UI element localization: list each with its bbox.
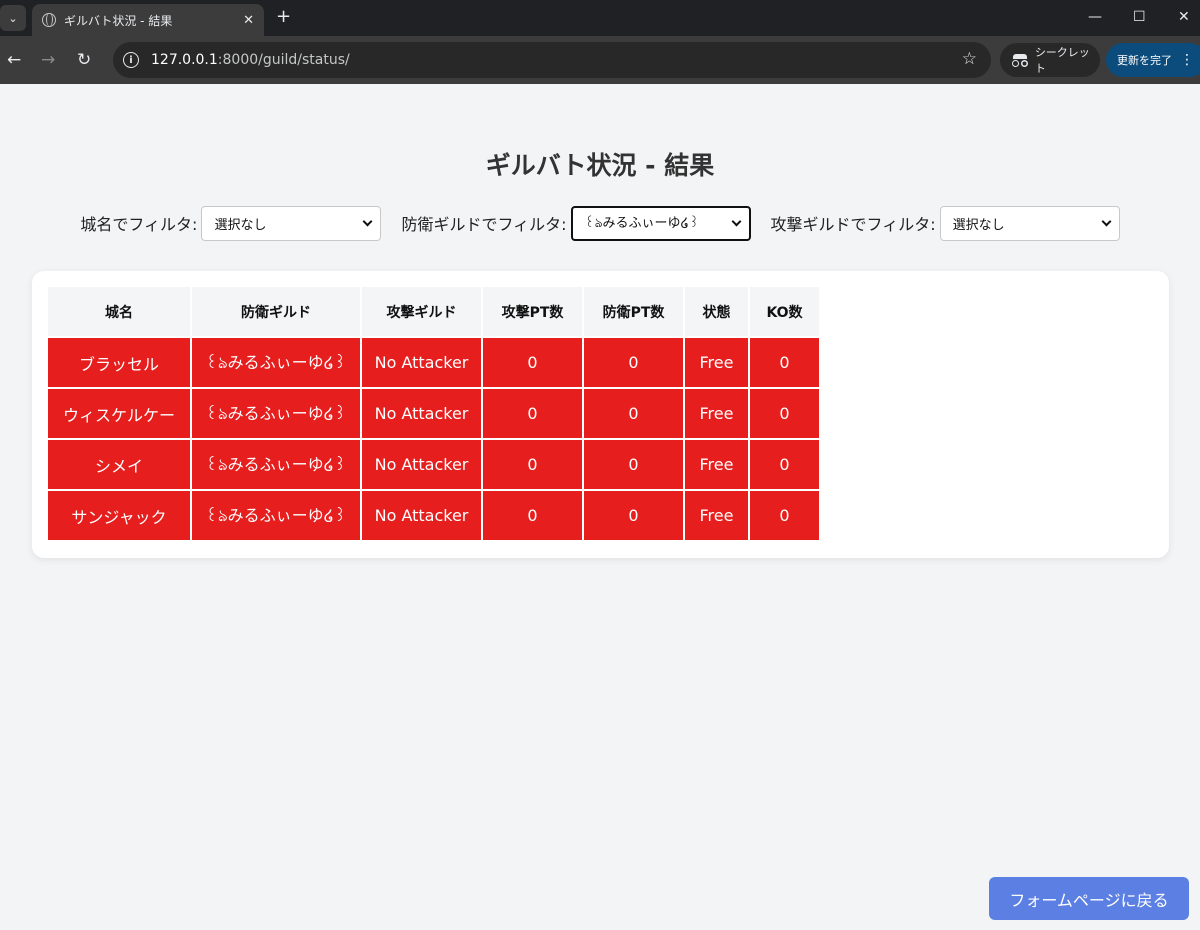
reload-icon[interactable]: ↻	[77, 50, 91, 70]
more-menu-icon[interactable]: ⋮	[1180, 52, 1194, 68]
cell-defense-guild: ꒰ঌみるふぃーゆ໒꒱	[192, 338, 360, 387]
defense-guild-filter-label: 防衛ギルドでフィルタ:	[401, 215, 567, 234]
column-header-defense-guild: 防衛ギルド	[192, 287, 360, 336]
column-header-ko: KO数	[750, 287, 819, 336]
attack-guild-filter-select[interactable]: 選択なし	[939, 205, 1120, 241]
back-to-form-button[interactable]: フォームページに戻る	[989, 877, 1189, 920]
address-bar[interactable]: i 127.0.0.1:8000/guild/status/ ☆	[113, 42, 991, 78]
cell-castle: シメイ	[48, 440, 190, 489]
table-row: サンジャック ꒰ঌみるふぃーゆ໒꒱ No Attacker 0 0 Free 0	[48, 491, 819, 540]
defense-guild-filter-select[interactable]: ꒰ঌみるふぃーゆ໒꒱	[570, 205, 751, 241]
table-row: ウィスケルケー ꒰ঌみるふぃーゆ໒꒱ No Attacker 0 0 Free …	[48, 389, 819, 438]
chevron-down-icon	[731, 216, 741, 226]
incognito-indicator[interactable]: シークレット	[1000, 43, 1100, 77]
table-row: ブラッセル ꒰ঌみるふぃーゆ໒꒱ No Attacker 0 0 Free 0	[48, 338, 819, 387]
chevron-down-icon	[1101, 216, 1112, 226]
close-icon[interactable]: ✕	[243, 13, 254, 28]
cell-defense-pt: 0	[584, 491, 683, 540]
castle-filter-value: 選択なし	[214, 217, 267, 233]
castle-filter-label: 城名でフィルタ:	[80, 215, 198, 234]
update-label: 更新を完了	[1117, 54, 1172, 67]
window-close-icon[interactable]: ✕	[1178, 8, 1190, 26]
table-row: シメイ ꒰ঌみるふぃーゆ໒꒱ No Attacker 0 0 Free 0	[48, 440, 819, 489]
maximize-icon[interactable]: ☐	[1133, 8, 1146, 26]
castle-filter: 城名でフィルタ: 選択なし	[80, 205, 382, 241]
cell-ko: 0	[750, 389, 819, 438]
results-card: 城名 防衛ギルド 攻撃ギルド 攻撃PT数 防衛PT数 状態 KO数 ブラッセル …	[32, 271, 1169, 558]
column-header-attack-guild: 攻撃ギルド	[362, 287, 481, 336]
incognito-icon	[1012, 54, 1028, 67]
cell-defense-pt: 0	[584, 338, 683, 387]
cell-ko: 0	[750, 440, 819, 489]
castle-filter-select[interactable]: 選択なし	[201, 205, 382, 241]
cell-defense-pt: 0	[584, 440, 683, 489]
attack-guild-filter: 攻撃ギルドでフィルタ: 選択なし	[770, 205, 1120, 241]
cell-status: Free	[685, 338, 748, 387]
cell-attack-guild: No Attacker	[362, 491, 481, 540]
site-info-icon[interactable]: i	[123, 52, 139, 68]
page-title: ギルバト状況 - 結果	[485, 151, 715, 180]
cell-defense-guild: ꒰ঌみるふぃーゆ໒꒱	[192, 491, 360, 540]
defense-guild-filter-value: ꒰ঌみるふぃーゆ໒꒱	[584, 215, 699, 231]
minimize-icon[interactable]: —	[1088, 8, 1102, 26]
attack-guild-filter-label: 攻撃ギルドでフィルタ:	[770, 215, 936, 234]
cell-attack-pt: 0	[483, 389, 582, 438]
browser-tab[interactable]: ギルバト状況 - 結果 ✕	[32, 4, 264, 36]
table-header-row: 城名 防衛ギルド 攻撃ギルド 攻撃PT数 防衛PT数 状態 KO数	[48, 287, 819, 336]
cell-ko: 0	[750, 338, 819, 387]
attack-guild-filter-value: 選択なし	[952, 217, 1005, 233]
cell-castle: ウィスケルケー	[48, 389, 190, 438]
cell-attack-pt: 0	[483, 491, 582, 540]
cell-status: Free	[685, 491, 748, 540]
defense-guild-filter: 防衛ギルドでフィルタ: ꒰ঌみるふぃーゆ໒꒱	[401, 205, 751, 241]
cell-defense-guild: ꒰ঌみるふぃーゆ໒꒱	[192, 440, 360, 489]
column-header-attack-pt: 攻撃PT数	[483, 287, 582, 336]
cell-defense-pt: 0	[584, 389, 683, 438]
tab-title: ギルバト状況 - 結果	[64, 13, 173, 28]
url-text[interactable]: 127.0.0.1:8000/guild/status/	[151, 52, 350, 68]
status-table: 城名 防衛ギルド 攻撃ギルド 攻撃PT数 防衛PT数 状態 KO数 ブラッセル …	[46, 285, 821, 542]
chevron-down-icon	[363, 216, 373, 226]
cell-castle: サンジャック	[48, 491, 190, 540]
cell-attack-pt: 0	[483, 440, 582, 489]
back-arrow-icon[interactable]: ←	[7, 50, 21, 70]
forward-arrow-icon[interactable]: →	[41, 50, 55, 70]
tab-list-icon[interactable]: ⌄	[0, 5, 26, 31]
column-header-status: 状態	[685, 287, 748, 336]
cell-status: Free	[685, 440, 748, 489]
column-header-castle: 城名	[48, 287, 190, 336]
browser-toolbar: ← → ↻ i 127.0.0.1:8000/guild/status/ ☆ シ…	[0, 36, 1200, 84]
browser-tab-bar: ⌄ ギルバト状況 - 結果 ✕ + — ☐ ✕	[0, 0, 1200, 36]
cell-attack-guild: No Attacker	[362, 338, 481, 387]
cell-attack-pt: 0	[483, 338, 582, 387]
cell-castle: ブラッセル	[48, 338, 190, 387]
cell-status: Free	[685, 389, 748, 438]
cell-attack-guild: No Attacker	[362, 440, 481, 489]
incognito-label: シークレット	[1034, 46, 1090, 75]
globe-icon	[42, 13, 56, 27]
cell-defense-guild: ꒰ঌみるふぃーゆ໒꒱	[192, 389, 360, 438]
plus-icon[interactable]: +	[276, 7, 291, 27]
bookmark-star-icon[interactable]: ☆	[962, 49, 977, 69]
filter-bar: 城名でフィルタ: 選択なし 防衛ギルドでフィルタ: ꒰ঌみるふぃーゆ໒꒱ 攻撃ギ…	[0, 205, 1200, 241]
cell-ko: 0	[750, 491, 819, 540]
update-button[interactable]: 更新を完了 ⋮	[1106, 43, 1200, 77]
cell-attack-guild: No Attacker	[362, 389, 481, 438]
column-header-defense-pt: 防衛PT数	[584, 287, 683, 336]
